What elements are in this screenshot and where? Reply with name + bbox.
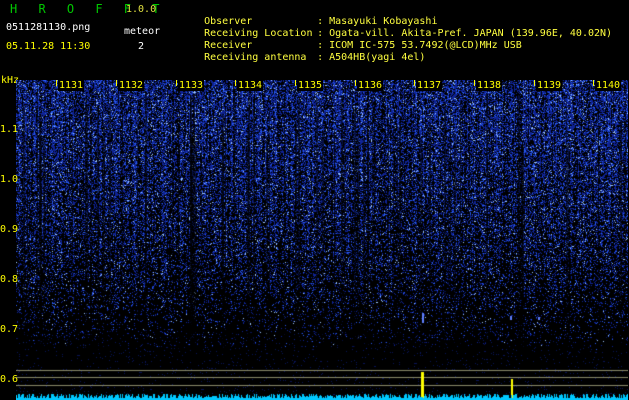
x-tick: 1135 bbox=[297, 80, 324, 91]
x-tick: 1137 bbox=[416, 80, 443, 91]
x-tick: 1132 bbox=[118, 80, 145, 91]
x-tick-marker bbox=[355, 80, 356, 86]
spectrogram bbox=[16, 80, 628, 400]
app-version: 1.0.0 bbox=[126, 4, 157, 15]
y-tick: 0.8 bbox=[0, 274, 19, 285]
y-tick: 1.1 bbox=[0, 124, 19, 135]
x-tick-marker bbox=[176, 80, 177, 86]
y-tick: 0.9 bbox=[0, 224, 19, 235]
x-tick: 1140 bbox=[595, 80, 622, 91]
meteor-label: meteor bbox=[124, 26, 161, 37]
x-tick-marker bbox=[295, 80, 296, 86]
info-sep: : bbox=[317, 52, 324, 63]
spectrogram-canvas bbox=[16, 80, 628, 400]
file-name: 0511281130.png bbox=[6, 22, 91, 33]
x-tick: 1131 bbox=[58, 80, 85, 91]
x-tick-marker bbox=[414, 80, 415, 86]
meteor-count: 2 bbox=[138, 41, 145, 52]
info-row-antenna: Receiving antenna: A504HB(yagi 4el) bbox=[180, 40, 425, 76]
x-tick: 1138 bbox=[476, 80, 503, 91]
info-key: Receiving antenna bbox=[204, 52, 307, 63]
x-tick: 1134 bbox=[237, 80, 264, 91]
y-tick: 0.6 bbox=[0, 374, 19, 385]
hroft-window: H R O F F T 1.0.0 0511281130.png 05.11.2… bbox=[0, 0, 629, 400]
capture-datetime: 05.11.28 11:30 bbox=[6, 41, 91, 52]
x-tick-marker bbox=[474, 80, 475, 86]
y-tick: 0.7 bbox=[0, 324, 19, 335]
info-value: A504HB(yagi 4el) bbox=[329, 52, 426, 63]
x-tick-marker bbox=[116, 80, 117, 86]
x-tick-marker bbox=[593, 80, 594, 86]
x-tick-marker bbox=[235, 80, 236, 86]
x-tick: 1139 bbox=[536, 80, 563, 91]
y-tick: 1.0 bbox=[0, 174, 19, 185]
x-tick-marker bbox=[534, 80, 535, 86]
x-tick-marker bbox=[56, 80, 57, 86]
x-tick: 1136 bbox=[357, 80, 384, 91]
x-tick: 1133 bbox=[178, 80, 205, 91]
